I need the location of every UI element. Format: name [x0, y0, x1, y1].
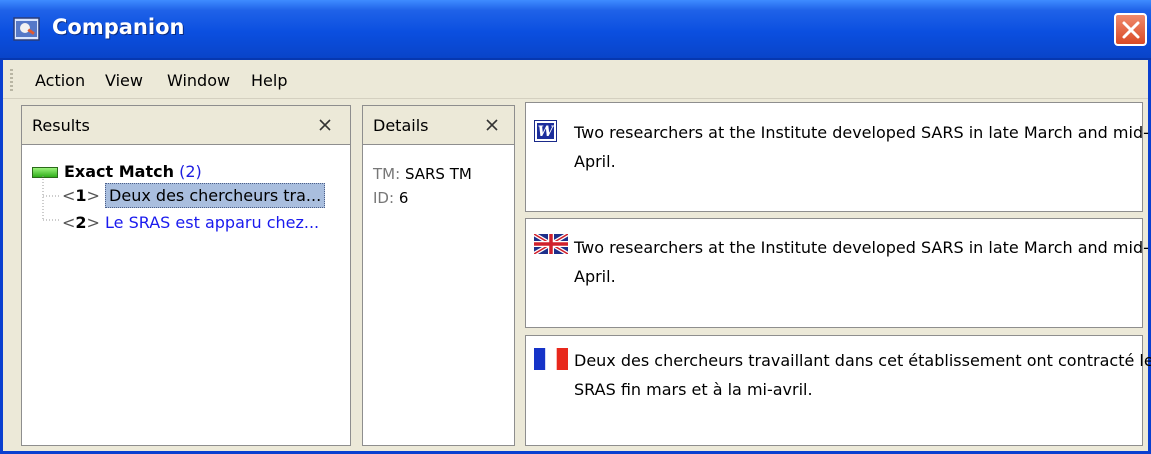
results-panel-title: Results — [32, 116, 90, 135]
details-panel: Details TM: SARS TM ID: 6 — [362, 105, 515, 446]
title-bar[interactable]: Companion — [0, 0, 1151, 60]
menu-bar: Action View Window Help — [3, 60, 1148, 99]
french-segment-text: Deux des chercheurs travaillant dans cet… — [574, 351, 1151, 399]
result-item-2[interactable]: <2> Le SRAS est apparu chez... — [62, 213, 319, 232]
uk-flag-icon — [534, 234, 568, 254]
result-item-1[interactable]: <1> Deux des chercheurs tra... — [62, 183, 326, 208]
details-close-icon[interactable] — [480, 113, 504, 137]
svg-text:W: W — [538, 124, 555, 140]
exact-match-label: Exact Match — [64, 162, 174, 181]
results-panel-header: Results — [22, 106, 350, 145]
details-panel-title: Details — [373, 116, 429, 135]
word-document-icon: W — [534, 120, 557, 142]
source-segment-panel[interactable]: W Two researchers at the Institute devel… — [525, 102, 1149, 212]
exact-match-count: (2) — [179, 162, 202, 181]
client-area: Action View Window Help Results Exact Ma… — [3, 60, 1151, 451]
source-segment-text: Two researchers at the Institute develop… — [574, 123, 1149, 171]
menu-view[interactable]: View — [105, 71, 143, 90]
results-close-icon[interactable] — [313, 113, 337, 137]
details-tm: TM: SARS TM — [373, 165, 472, 183]
english-segment-panel[interactable]: Two researchers at the Institute develop… — [525, 218, 1149, 328]
companion-window: Companion Action View Window Help Result… — [0, 0, 1151, 454]
companion-app-icon — [13, 17, 40, 41]
tree-connector-lines — [42, 176, 60, 221]
menubar-grip[interactable] — [10, 69, 13, 91]
result-index-1: <1> — [62, 186, 100, 205]
menu-help[interactable]: Help — [251, 71, 287, 90]
french-segment-panel[interactable]: Deux des chercheurs travaillant dans cet… — [525, 335, 1151, 446]
details-panel-header: Details — [363, 106, 514, 145]
window-title: Companion — [52, 15, 185, 39]
result-index-2: <2> — [62, 213, 100, 232]
result-text-1: Deux des chercheurs tra... — [105, 183, 326, 208]
english-segment-text: Two researchers at the Institute develop… — [574, 238, 1149, 286]
menu-window[interactable]: Window — [167, 71, 230, 90]
window-close-button[interactable] — [1114, 13, 1147, 46]
close-icon — [1122, 21, 1140, 39]
result-text-2: Le SRAS est apparu chez... — [105, 213, 320, 232]
details-id: ID: 6 — [373, 189, 409, 207]
france-flag-icon — [534, 348, 568, 370]
menu-action[interactable]: Action — [35, 71, 85, 90]
results-panel: Results Exact Match (2) <1> Deux des che… — [21, 105, 351, 446]
